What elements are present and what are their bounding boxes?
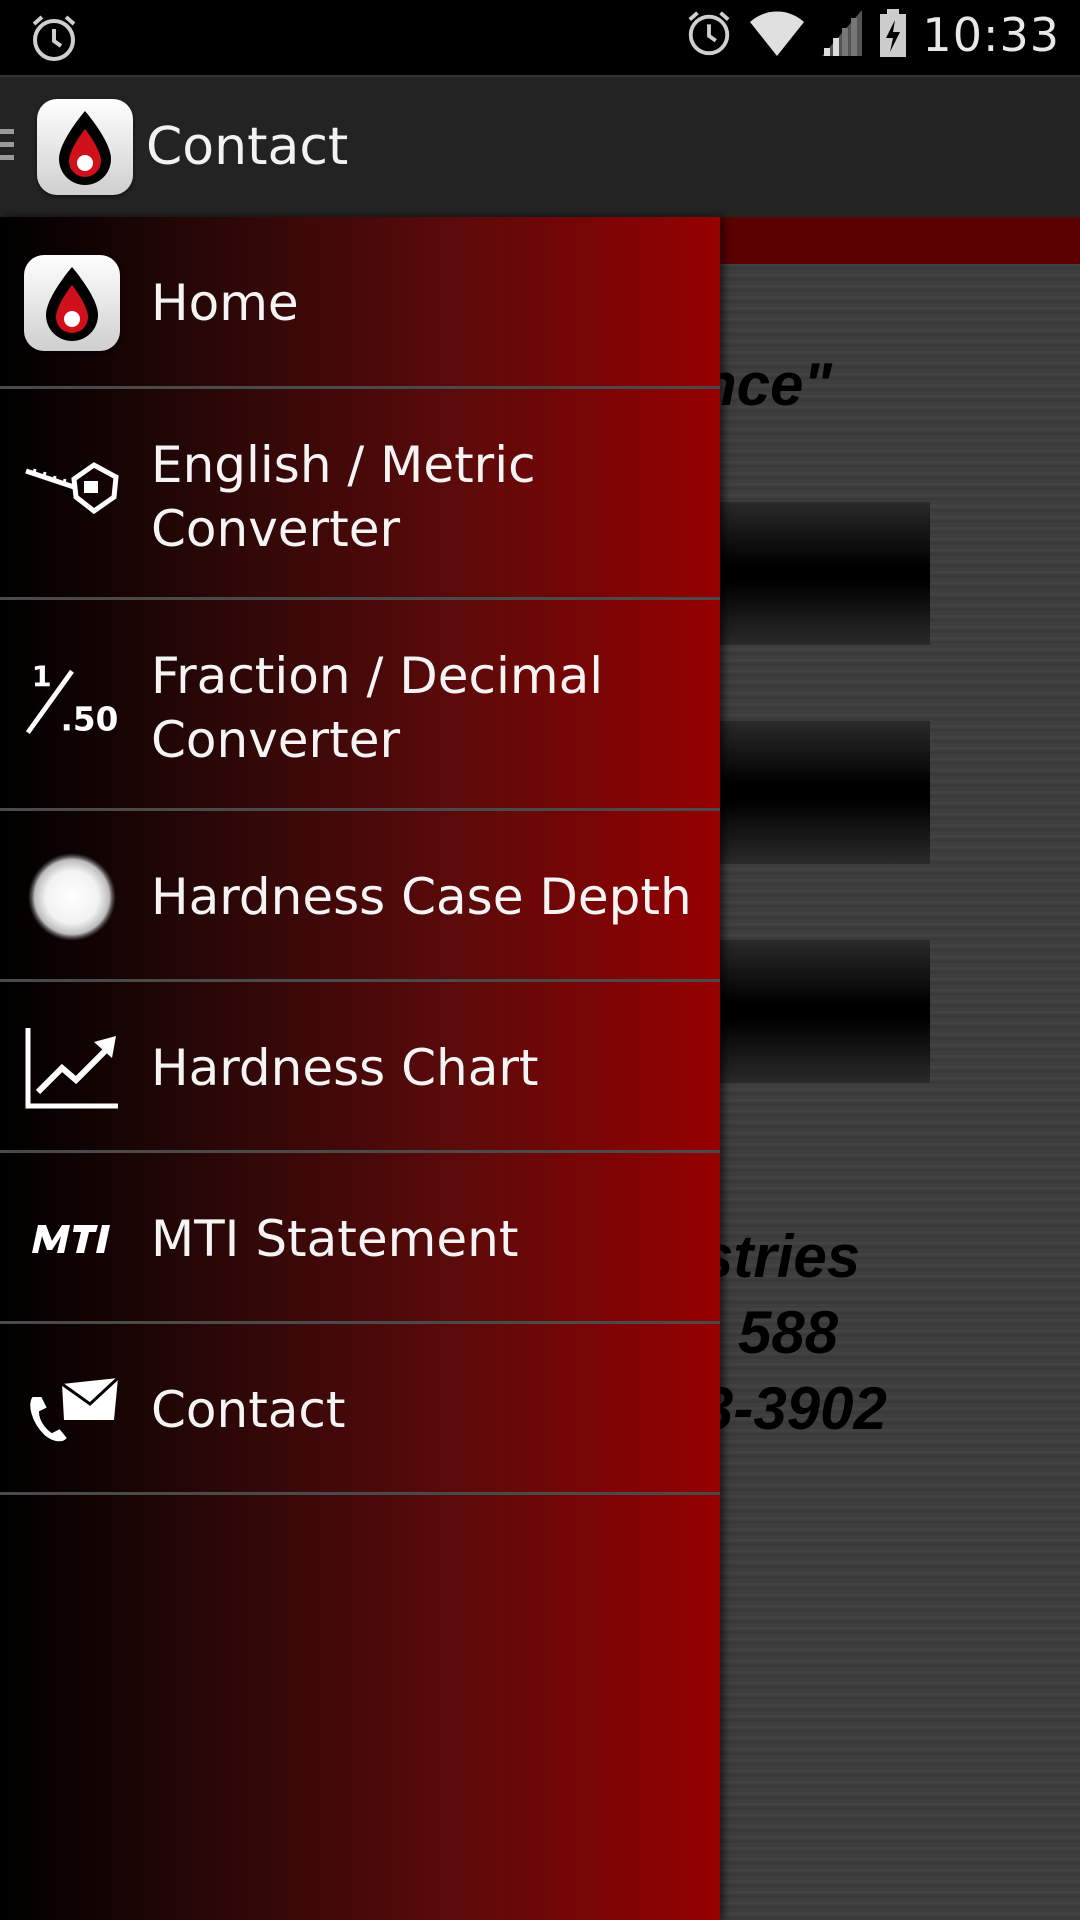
action-bar: Contact	[0, 75, 1080, 217]
nav-item-hardness-case-depth[interactable]: Hardness Case Depth	[0, 811, 720, 982]
page-title: Contact	[146, 117, 349, 177]
tape-measure-icon	[24, 439, 120, 535]
nav-item-label: Hardness Case Depth	[151, 868, 692, 926]
navigation-drawer: Home English / Metric Converter 1 .50 Fr…	[0, 217, 720, 1920]
sphere-icon	[24, 849, 120, 945]
nav-item-label: Fraction / Decimal Converter	[151, 647, 604, 769]
phone-fragment: 3-3902	[700, 1375, 887, 1442]
drawer-toggle-icon[interactable]	[0, 129, 14, 168]
nav-item-home[interactable]: Home	[0, 217, 720, 389]
wifi-icon	[748, 8, 806, 62]
nav-item-english-metric-converter[interactable]: English / Metric Converter	[0, 389, 720, 600]
clock: 10:33	[922, 8, 1060, 62]
app-logo-icon[interactable]	[37, 99, 133, 195]
nav-item-fraction-decimal-converter[interactable]: 1 .50 Fraction / Decimal Converter	[0, 600, 720, 811]
chart-trend-icon	[24, 1020, 120, 1116]
nav-item-mti-statement[interactable]: MTI Statement	[0, 1153, 720, 1324]
address-fragment: 588	[738, 1299, 839, 1366]
status-bar: 10:33	[0, 0, 1080, 75]
nav-item-label: English / Metric Converter	[151, 436, 536, 558]
app-logo-icon	[24, 255, 120, 351]
nav-item-label: Hardness Chart	[151, 1039, 539, 1097]
alarm-icon	[684, 8, 734, 62]
nav-item-label: Home	[151, 274, 299, 332]
fraction-icon: 1 .50	[24, 652, 120, 748]
alarm-icon	[28, 12, 80, 68]
svg-text:.50: .50	[60, 701, 118, 739]
signal-icon	[820, 8, 864, 62]
phone-mail-icon	[24, 1362, 120, 1458]
nav-item-hardness-chart[interactable]: Hardness Chart	[0, 982, 720, 1153]
company-name-fragment: stries	[700, 1223, 861, 1290]
nav-item-label: MTI Statement	[151, 1210, 519, 1268]
nav-item-contact[interactable]: Contact	[0, 1324, 720, 1495]
svg-text:1: 1	[32, 660, 52, 694]
mti-logo-icon	[24, 1191, 120, 1287]
battery-charging-icon	[878, 8, 908, 62]
nav-item-label: Contact	[151, 1381, 346, 1439]
